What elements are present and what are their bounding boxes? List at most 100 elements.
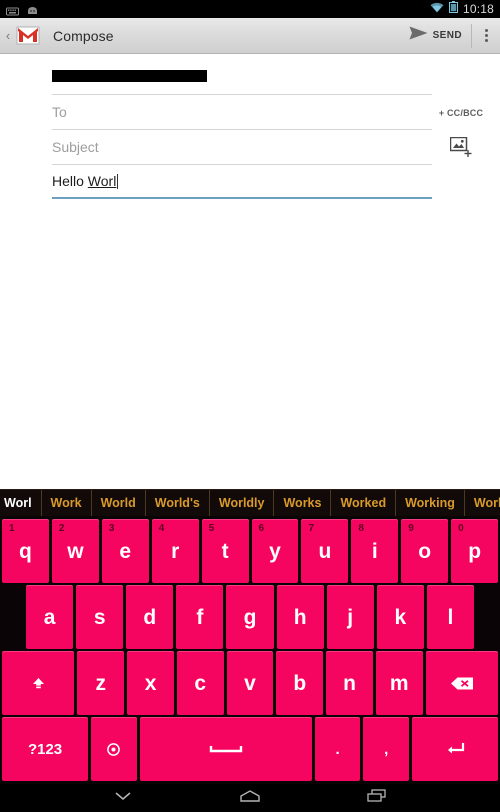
body-text: Hello Worl (52, 173, 119, 189)
key-s[interactable]: s (76, 585, 124, 649)
key-label: t (221, 539, 229, 563)
to-field[interactable]: To (52, 95, 432, 130)
key-f[interactable]: f (176, 585, 224, 649)
symbols-key[interactable]: ?123 (2, 717, 89, 781)
system-navigation-bar (0, 784, 500, 812)
key-l[interactable]: l (426, 585, 474, 649)
key-v[interactable]: v (226, 651, 274, 715)
key-label: j (347, 605, 354, 629)
battery-icon (448, 0, 458, 18)
subject-placeholder: Subject (52, 139, 99, 155)
subject-field-row[interactable]: Subject (0, 130, 500, 165)
suggestion-item[interactable]: Works (274, 490, 332, 516)
comma-key[interactable]: , (363, 717, 409, 781)
key-label: b (293, 671, 307, 695)
symbols-key-label: ?123 (27, 740, 63, 758)
attach-image-button[interactable] (432, 136, 490, 159)
keyboard-row-3: zxc v bnm (0, 650, 500, 716)
wifi-icon (430, 0, 444, 18)
key-o[interactable]: 9o (401, 519, 449, 583)
suggestion-item[interactable]: World (92, 490, 146, 516)
keyboard-row-1: 1q2w3e4r5t6y7u8i9o0p (0, 518, 500, 584)
to-placeholder: To (52, 104, 67, 120)
key-w[interactable]: 2w (51, 519, 99, 583)
shift-key[interactable] (2, 651, 75, 715)
suggestion-item[interactable]: Workers (465, 490, 500, 516)
key-z[interactable]: z (77, 651, 125, 715)
on-screen-keyboard: 1q2w3e4r5t6y7u8i9o0p asdfghjkl zxcvbnm ?… (0, 516, 500, 784)
key-m[interactable]: m (375, 651, 423, 715)
key-t[interactable]: 5t (201, 519, 249, 583)
suggestion-item[interactable]: Work (42, 490, 92, 516)
key-label: s (93, 605, 106, 629)
key-a[interactable]: a (26, 585, 74, 649)
key-hint-6: 6 (258, 523, 265, 534)
key-g[interactable]: g (226, 585, 274, 649)
key-k[interactable]: k (376, 585, 424, 649)
suggestion-item[interactable]: World's (146, 490, 210, 516)
cc-bcc-button[interactable]: + CC/BCC (432, 108, 490, 118)
action-bar-actions: SEND (400, 18, 500, 53)
backspace-key[interactable] (425, 651, 499, 715)
key-hint-9: 9 (408, 523, 414, 534)
send-button[interactable]: SEND (400, 18, 471, 53)
overflow-menu-icon (484, 29, 488, 32)
body-field-row[interactable]: Hello Worl (0, 165, 500, 199)
hide-keyboard-icon (112, 789, 134, 807)
gmail-icon[interactable] (15, 25, 41, 47)
body-composing-word: Worl (87, 173, 117, 189)
key-b[interactable]: b (276, 651, 324, 715)
enter-key[interactable] (411, 717, 499, 781)
key-y[interactable]: 6y (251, 519, 299, 583)
back-button[interactable]: ‹ (2, 28, 14, 43)
key-h[interactable]: h (276, 585, 324, 649)
key-q[interactable]: 1q (2, 519, 49, 583)
to-field-row[interactable]: To + CC/BCC (0, 95, 500, 130)
suggestion-item[interactable]: Working (396, 490, 465, 516)
suggestion-item[interactable]: Worked (331, 490, 397, 516)
key-x[interactable]: x (127, 651, 174, 715)
comma-key-label: , (384, 740, 389, 758)
key-label: w (67, 539, 84, 563)
send-icon (409, 26, 428, 45)
from-field-row[interactable] (0, 60, 500, 95)
key-j[interactable]: j (326, 585, 374, 649)
key-label: o (418, 539, 432, 563)
period-key[interactable]: . (314, 717, 361, 781)
key-label: c (194, 671, 207, 695)
key-n[interactable]: n (326, 651, 373, 715)
hide-keyboard-button[interactable] (99, 784, 147, 812)
overflow-menu-button[interactable] (472, 18, 500, 53)
text-caret (117, 174, 119, 189)
keyboard-row-4: ?123 . , (0, 716, 500, 782)
key-d[interactable]: d (126, 585, 174, 649)
key-hint-3: 3 (108, 523, 115, 534)
body-prefix: Hello (52, 173, 88, 189)
key-hint-1: 1 (9, 523, 15, 534)
home-button[interactable] (226, 784, 274, 812)
from-field[interactable] (52, 60, 432, 95)
suggestion-item[interactable]: Worldly (210, 490, 275, 516)
key-i[interactable]: 8i (351, 519, 399, 583)
key-hint-7: 7 (308, 523, 314, 534)
shift-key-icon (30, 676, 47, 691)
key-r[interactable]: 4r (151, 519, 199, 583)
key-label: a (43, 605, 56, 629)
insert-image-icon (449, 136, 472, 159)
keyboard-settings-key[interactable] (91, 717, 137, 781)
keyboard-settings-icon (106, 742, 121, 757)
android-notification-icon (26, 4, 39, 15)
key-e[interactable]: 3e (101, 519, 149, 583)
subject-field[interactable]: Subject (52, 130, 432, 165)
suggestion-item[interactable]: Worl (0, 490, 42, 516)
key-u[interactable]: 7u (301, 519, 349, 583)
space-key[interactable] (139, 717, 312, 781)
suggestion-strip: Worl Work World World's Worldly Works Worked Wo… (0, 489, 500, 516)
key-c[interactable]: c (176, 651, 224, 715)
key-label: v (244, 671, 256, 695)
overflow-menu-icon (484, 39, 488, 42)
key-p[interactable]: 0p (451, 519, 499, 583)
body-field[interactable]: Hello Worl (52, 165, 432, 199)
recent-apps-button[interactable] (353, 784, 401, 812)
overflow-menu-icon (484, 34, 488, 37)
